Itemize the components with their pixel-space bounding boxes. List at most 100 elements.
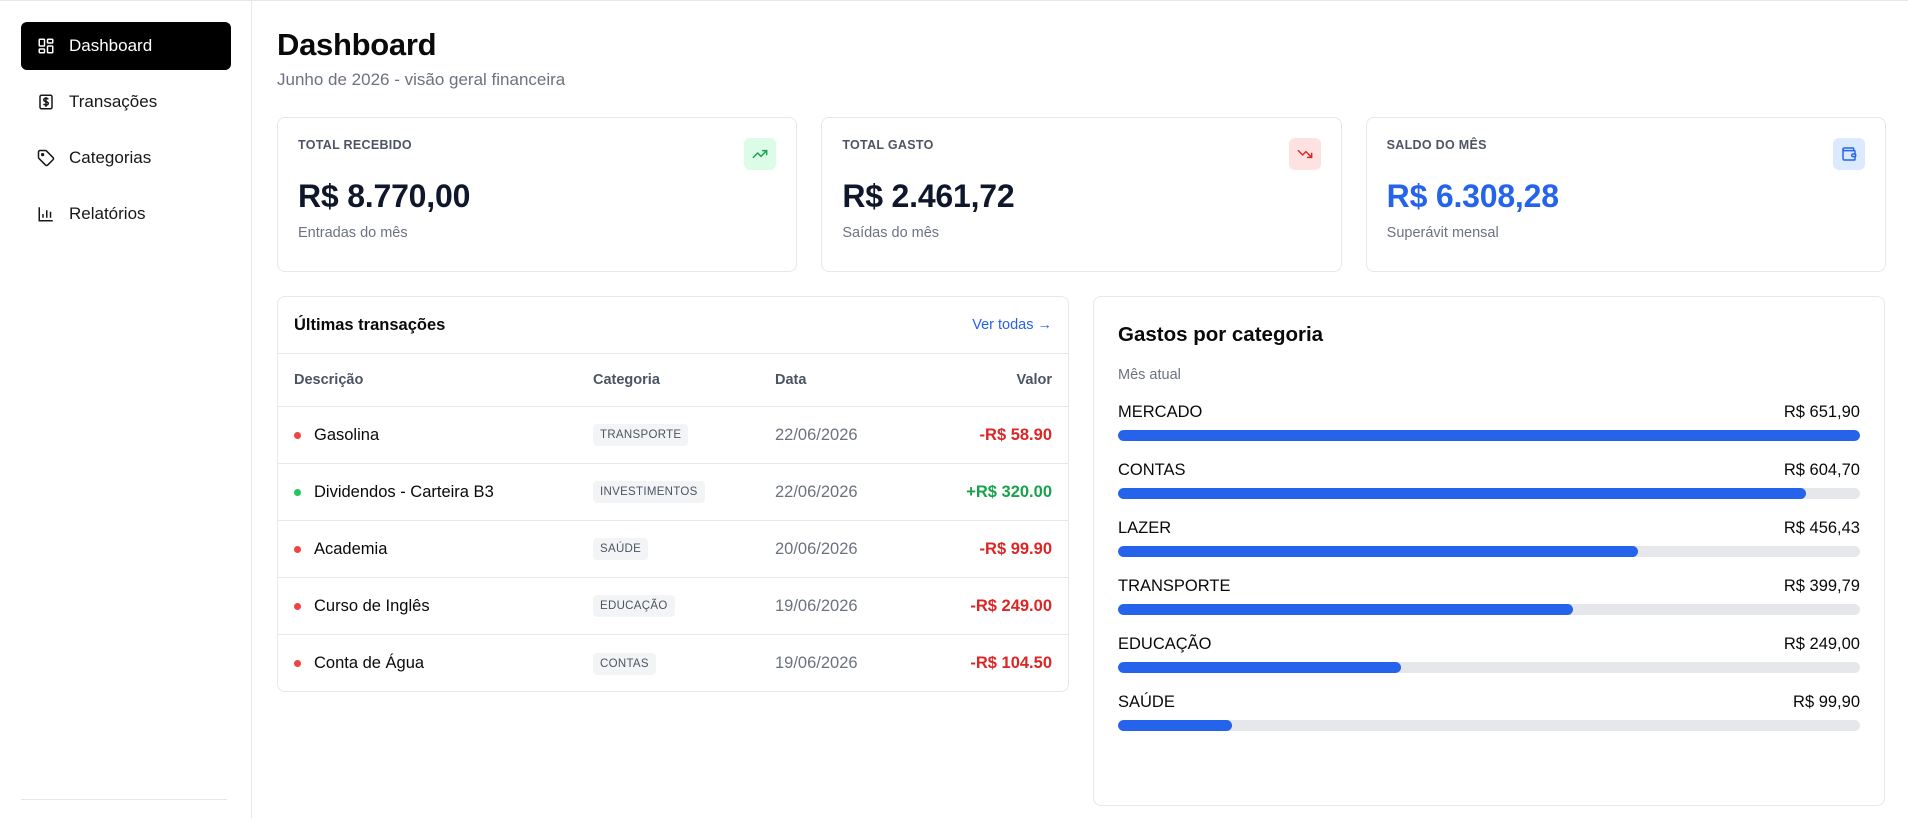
category-row: SAÚDE R$ 99,90 <box>1118 693 1860 712</box>
card-total-recebido: TOTAL RECEBIDO R$ 8.770,00 Entradas do m… <box>277 117 798 272</box>
category-item: EDUCAÇÃO R$ 249,00 <box>1118 635 1860 673</box>
category-name: CONTAS <box>1118 461 1186 479</box>
card-value: R$ 6.308,28 <box>1386 178 1559 214</box>
table-row[interactable]: Curso de Inglês EDUCAÇÃO 19/06/2026 -R$ … <box>278 578 1068 635</box>
recent-transactions-panel: Últimas transações Ver todas → Descrição… <box>277 296 1069 692</box>
category-cell: INVESTIMENTOS <box>593 481 775 503</box>
transaction-date: 22/06/2026 <box>775 482 858 501</box>
card-value: R$ 2.461,72 <box>842 178 1015 214</box>
bottom-section: Últimas transações Ver todas → Descrição… <box>277 296 1886 806</box>
category-row: MERCADO R$ 651,90 <box>1118 403 1860 422</box>
category-amount: R$ 604,70 <box>1783 461 1860 479</box>
expense-indicator-dot <box>294 545 301 553</box>
category-tag: INVESTIMENTOS <box>593 481 705 503</box>
category-item: SAÚDE R$ 99,90 <box>1118 693 1860 731</box>
category-progress-track <box>1118 546 1860 557</box>
card-total-gasto: TOTAL GASTO R$ 2.461,72 Saídas do mês <box>821 117 1342 272</box>
category-row: TRANSPORTE R$ 399,79 <box>1118 577 1860 596</box>
dollar-square-icon <box>37 93 55 111</box>
category-tag: SAÚDE <box>593 538 649 560</box>
category-progress-fill <box>1118 604 1574 615</box>
category-amount: R$ 249,00 <box>1783 635 1860 653</box>
category-row: LAZER R$ 456,43 <box>1118 519 1860 538</box>
main-content: Dashboard Junho de 2026 - visão geral fi… <box>252 1 1908 818</box>
category-item: TRANSPORTE R$ 399,79 <box>1118 577 1860 615</box>
category-name: EDUCAÇÃO <box>1118 635 1212 653</box>
transaction-value: +R$ 320.00 <box>966 482 1052 501</box>
page-title: Dashboard <box>277 27 437 62</box>
transaction-date: 20/06/2026 <box>775 539 858 558</box>
description-cell: Dividendos - Carteira B3 <box>294 483 593 502</box>
category-progress-track <box>1118 430 1860 441</box>
sidebar-divider <box>21 799 227 800</box>
trending-up-icon <box>744 138 777 170</box>
card-description: Saídas do mês <box>842 225 940 241</box>
category-item: CONTAS R$ 604,70 <box>1118 461 1860 499</box>
sidebar: Dashboard Transações Categorias Relatóri… <box>0 1 252 818</box>
card-label: TOTAL RECEBIDO <box>298 138 412 152</box>
sidebar-item-categorias[interactable]: Categorias <box>21 134 231 182</box>
transaction-value: -R$ 249.00 <box>970 596 1052 615</box>
category-amount: R$ 651,90 <box>1783 403 1860 421</box>
summary-cards: TOTAL RECEBIDO R$ 8.770,00 Entradas do m… <box>277 117 1886 272</box>
card-saldo-do-mes: SALDO DO MÊS R$ 6.308,28 Superávit mensa… <box>1365 117 1886 272</box>
category-row: EDUCAÇÃO R$ 249,00 <box>1118 635 1860 654</box>
column-header-value: Valor <box>1016 372 1052 388</box>
category-name: LAZER <box>1118 519 1172 537</box>
transaction-description: Gasolina <box>314 425 380 444</box>
card-description: Superávit mensal <box>1386 225 1499 241</box>
description-cell: Academia <box>294 540 593 559</box>
transaction-date: 19/06/2026 <box>775 596 858 615</box>
table-row[interactable]: Academia SAÚDE 20/06/2026 -R$ 99.90 <box>278 521 1068 578</box>
category-cell: TRANSPORTE <box>593 424 775 446</box>
sidebar-item-transacoes[interactable]: Transações <box>21 78 231 126</box>
transactions-header: Últimas transações Ver todas → <box>278 297 1068 354</box>
category-progress-fill <box>1118 662 1402 673</box>
category-amount: R$ 99,90 <box>1793 693 1860 711</box>
card-description: Entradas do mês <box>298 225 408 241</box>
column-header-date: Data <box>775 372 807 388</box>
categories-title: Gastos por categoria <box>1118 323 1324 346</box>
sidebar-item-label: Transações <box>69 92 158 111</box>
category-tag: EDUCAÇÃO <box>593 595 675 617</box>
transaction-date: 22/06/2026 <box>775 425 858 444</box>
table-row[interactable]: Conta de Água CONTAS 19/06/2026 -R$ 104.… <box>278 635 1068 691</box>
category-progress-fill <box>1118 546 1638 557</box>
sidebar-item-relatorios[interactable]: Relatórios <box>21 190 231 238</box>
card-value: R$ 8.770,00 <box>298 178 471 214</box>
table-row[interactable]: Dividendos - Carteira B3 INVESTIMENTOS 2… <box>278 464 1068 521</box>
category-amount: R$ 399,79 <box>1783 577 1860 595</box>
card-label: TOTAL GASTO <box>842 138 934 152</box>
category-progress-fill <box>1118 488 1807 499</box>
transaction-description: Academia <box>314 539 388 558</box>
view-all-link[interactable]: Ver todas → <box>972 317 1052 333</box>
category-tag: TRANSPORTE <box>593 424 689 446</box>
wallet-icon <box>1832 138 1865 170</box>
category-row: CONTAS R$ 604,70 <box>1118 461 1860 480</box>
transaction-value: -R$ 104.50 <box>970 654 1052 672</box>
table-row[interactable]: Gasolina TRANSPORTE 22/06/2026 -R$ 58.90 <box>278 407 1068 464</box>
category-name: TRANSPORTE <box>1118 577 1231 595</box>
expense-indicator-dot <box>294 660 301 667</box>
transaction-value: -R$ 58.90 <box>979 425 1052 444</box>
transaction-description: Dividendos - Carteira B3 <box>314 482 494 501</box>
sidebar-item-label: Relatórios <box>69 204 146 223</box>
dashboard-icon <box>37 37 55 55</box>
category-progress-track <box>1118 604 1860 615</box>
sidebar-item-dashboard[interactable]: Dashboard <box>21 22 231 70</box>
category-cell: EDUCAÇÃO <box>593 595 775 617</box>
sidebar-item-label: Categorias <box>69 148 152 167</box>
category-amount: R$ 456,43 <box>1783 519 1860 537</box>
column-header-description: Descrição <box>294 372 364 388</box>
categories-subtitle: Mês atual <box>1118 367 1181 383</box>
sidebar-item-label: Dashboard <box>69 36 153 55</box>
table-header-row: Descrição Categoria Data Valor <box>278 354 1068 407</box>
category-progress-track <box>1118 720 1860 731</box>
transaction-description: Curso de Inglês <box>314 596 430 615</box>
description-cell: Conta de Água <box>294 654 593 673</box>
tag-icon <box>37 149 55 167</box>
category-tag: CONTAS <box>593 652 656 675</box>
page-subtitle: Junho de 2026 - visão geral financeira <box>277 70 566 89</box>
category-cell: SAÚDE <box>593 538 775 560</box>
income-indicator-dot <box>294 488 301 496</box>
